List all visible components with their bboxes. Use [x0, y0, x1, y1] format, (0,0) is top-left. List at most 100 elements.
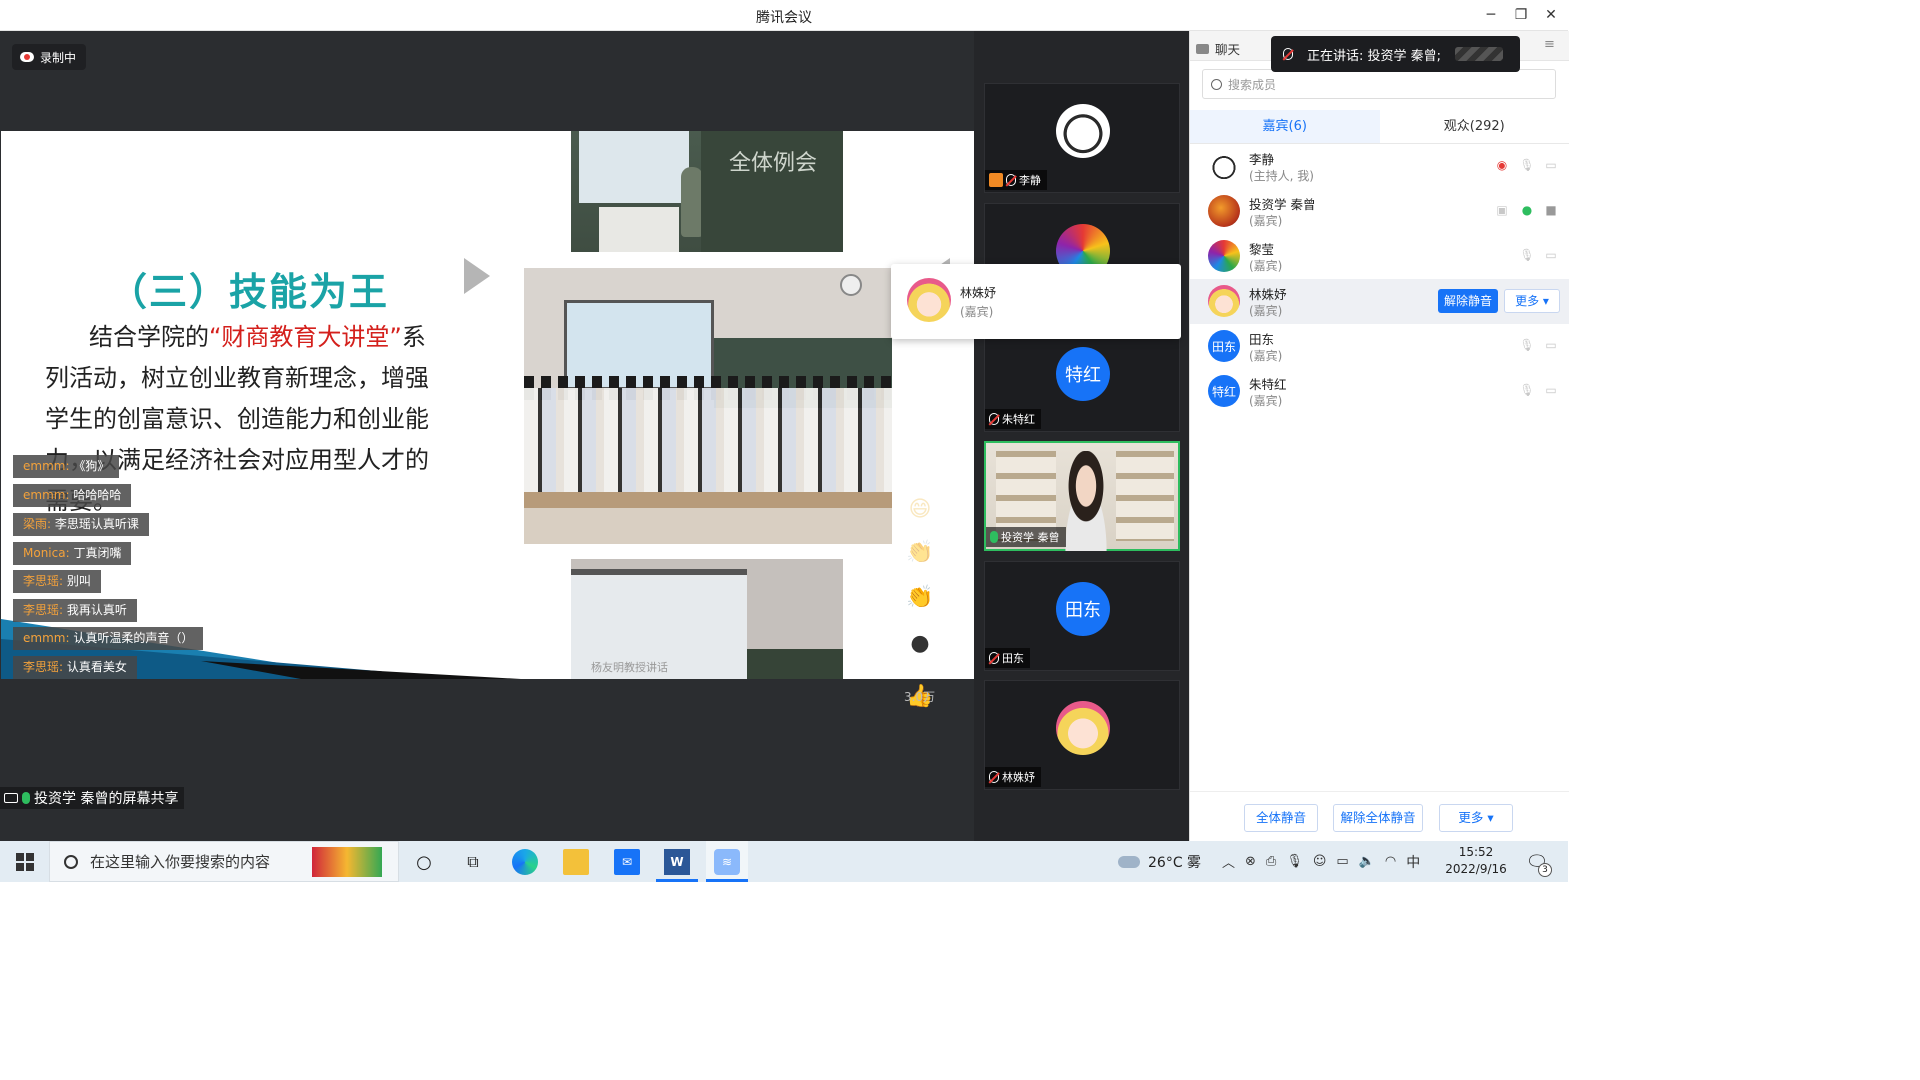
system-tray: ︿ ⊗ ⎙ 🎙 ☺ ▭ 🔈 ◠ 中 — [1222, 841, 1420, 882]
mic-muted-icon — [1006, 174, 1016, 186]
popup-name: 林姝妤 — [960, 286, 997, 300]
tab-guests[interactable]: 嘉宾(6) — [1190, 110, 1380, 143]
member-search-input[interactable]: 搜索成员 — [1202, 69, 1556, 99]
weather-widget[interactable]: 26°C 雾 — [1118, 841, 1201, 882]
word-icon[interactable]: W — [664, 849, 690, 875]
unmute-button[interactable]: 解除静音 — [1438, 289, 1498, 313]
camera-off-icon[interactable]: ▭ — [1542, 338, 1560, 354]
mic-muted-icon[interactable]: 🎙 — [1518, 248, 1536, 264]
screen-share-icon: ▣ — [1496, 203, 1508, 217]
video-tile[interactable]: 田东 田东 — [984, 561, 1180, 671]
avatar: 田东 — [1056, 582, 1110, 636]
camera-off-icon[interactable]: ▭ — [1542, 383, 1560, 399]
clock-time: 15:52 — [1458, 845, 1494, 859]
title-bar: 腾讯会议 ─ ❐ ✕ — [0, 0, 1568, 31]
mail-icon[interactable]: ✉ — [614, 849, 640, 875]
slide-body-prefix: 结合学院的 — [89, 323, 209, 351]
mic-muted-icon — [1283, 48, 1293, 60]
microphone-icon[interactable]: 🎙 — [1286, 854, 1303, 869]
video-tile[interactable]: 林姝妤 — [984, 680, 1180, 790]
cortana-icon[interactable]: ○ — [411, 849, 437, 875]
mic-on-icon[interactable]: ● — [1518, 203, 1536, 219]
panda-avatar — [1208, 150, 1240, 182]
panda-avatar — [1056, 104, 1110, 158]
photo-top-caption: 全体例会 — [729, 151, 818, 176]
mic-muted-icon[interactable]: 🎙 — [1518, 158, 1536, 174]
panel-menu-icon[interactable]: ≡ — [1544, 37, 1555, 52]
screen-share-label: 投资学 秦曾的屏幕共享 — [0, 787, 185, 809]
file-explorer-icon[interactable] — [563, 849, 589, 875]
speaker-avatars — [1455, 47, 1504, 61]
danmaku-item: Monica: 丁真闭嘴 — [13, 542, 132, 565]
active-app-indicator — [656, 879, 698, 882]
video-tile-active-speaker[interactable]: 投资学 秦曾 — [984, 441, 1180, 551]
mic-on-icon — [22, 792, 30, 804]
recording-indicator[interactable]: 录制中 — [12, 44, 87, 70]
wifi-icon[interactable]: ◠ — [1385, 854, 1396, 869]
video-tile[interactable]: 李静 — [984, 83, 1180, 193]
popup-role: (嘉宾) — [960, 305, 994, 319]
danmaku-item: emmm: 哈哈哈哈 — [13, 484, 132, 507]
member-row[interactable]: 黎莹 (嘉宾) 🎙 ▭ — [1190, 234, 1569, 279]
edge-browser-icon[interactable] — [512, 849, 538, 875]
tile-name-tag: 投资学 秦曾 — [986, 527, 1066, 547]
search-icon — [64, 854, 78, 869]
search-highlight-image — [312, 846, 383, 877]
taskbar-clock[interactable]: 15:52 2022/9/16 — [1444, 844, 1508, 878]
tile-name-tag: 田东 — [985, 648, 1030, 668]
windows-start-icon[interactable] — [12, 849, 38, 875]
tab-audience[interactable]: 观众(292) — [1380, 110, 1570, 143]
camera-on-icon[interactable]: ■ — [1542, 203, 1560, 219]
slide-photo-group — [524, 268, 892, 544]
avatar — [1208, 195, 1240, 227]
avatar: 特红 — [1056, 347, 1110, 401]
tile-name-tag: 朱特红 — [985, 409, 1041, 429]
member-row[interactable]: 田东 田东 (嘉宾) 🎙 ▭ — [1190, 324, 1569, 369]
member-row-hovered[interactable]: 林姝妤 (嘉宾) 解除静音 更多 ▾ — [1190, 279, 1569, 324]
camera-off-icon[interactable]: ▭ — [1542, 248, 1560, 264]
shared-slide: 全体例会 （三）技能为王 结合学院的“财商教育大讲堂”系列活动，树立创业教育新理… — [1, 131, 974, 679]
bookshelf — [1116, 451, 1174, 541]
avatar-reaction-icon: ● — [910, 630, 930, 656]
windows-taskbar: 在这里输入你要搜索的内容 ○ ⧉ ✉ W ≋ 26°C 雾 ︿ ⊗ ⎙ 🎙 ☺ … — [0, 841, 1568, 882]
taskbar-search-input[interactable]: 在这里输入你要搜索的内容 — [49, 841, 399, 882]
photo-bottom-caption: 杨友明教授讲话 — [591, 661, 668, 674]
close-button[interactable]: ✕ — [1538, 4, 1564, 26]
footer-more-button[interactable]: 更多 ▾ — [1439, 804, 1513, 832]
screen-share-icon — [4, 793, 18, 803]
task-view-icon[interactable]: ⧉ — [460, 849, 486, 875]
tile-name-tag: 李静 — [985, 170, 1047, 190]
danmaku-item: 梁雨: 李思瑶认真听课 — [13, 513, 149, 536]
cloud-icon — [1118, 855, 1140, 868]
mic-on-icon — [990, 531, 998, 543]
clap-emoji-icon: 👏 — [906, 539, 934, 565]
network-app-icon[interactable]: ⊗ — [1245, 854, 1256, 869]
clock-date: 2022/9/16 — [1445, 862, 1507, 876]
colorful-avatar — [1208, 240, 1240, 272]
member-tabs: 嘉宾(6) 观众(292) — [1190, 110, 1569, 144]
tab-chat[interactable]: 聊天 — [1196, 39, 1240, 58]
mute-all-button[interactable]: 全体静音 — [1244, 804, 1318, 832]
video-tiles-column: 李静 特红 朱特红 投资学 秦曾 田东 田东 林姝妤 — [974, 31, 1189, 841]
chevron-up-icon[interactable]: ︿ — [1222, 852, 1235, 871]
restore-button[interactable]: ❐ — [1508, 4, 1534, 26]
unmute-all-button[interactable]: 解除全体静音 — [1333, 804, 1423, 832]
anime-avatar — [907, 278, 951, 322]
speaking-indicator: 正在讲话: 投资学 秦曾; — [1271, 36, 1520, 72]
mic-muted-icon[interactable]: 🎙 — [1518, 383, 1536, 399]
member-row[interactable]: 李静 (主持人, 我) ◉ 🎙 ▭ — [1190, 144, 1569, 189]
mic-muted-icon[interactable]: 🎙 — [1518, 338, 1536, 354]
member-row[interactable]: 特红 朱特红 (嘉宾) 🎙 ▭ — [1190, 369, 1569, 414]
member-row[interactable]: 投资学 秦曾 (嘉宾) ▣ ● ■ — [1190, 189, 1569, 234]
notification-badge: 3 — [1538, 863, 1552, 877]
next-slide-arrow-icon[interactable] — [464, 258, 490, 294]
printer-icon[interactable]: ⎙ — [1266, 854, 1276, 869]
more-button[interactable]: 更多 ▾ — [1504, 289, 1560, 313]
camera-off-icon[interactable]: ▭ — [1542, 158, 1560, 174]
volume-icon[interactable]: 🔈 — [1359, 854, 1375, 869]
battery-icon[interactable]: ▭ — [1336, 854, 1348, 869]
minimize-button[interactable]: ─ — [1478, 4, 1504, 26]
qq-icon[interactable]: ☺ — [1313, 854, 1327, 869]
host-icon — [989, 173, 1003, 187]
ime-indicator[interactable]: 中 — [1406, 852, 1420, 872]
